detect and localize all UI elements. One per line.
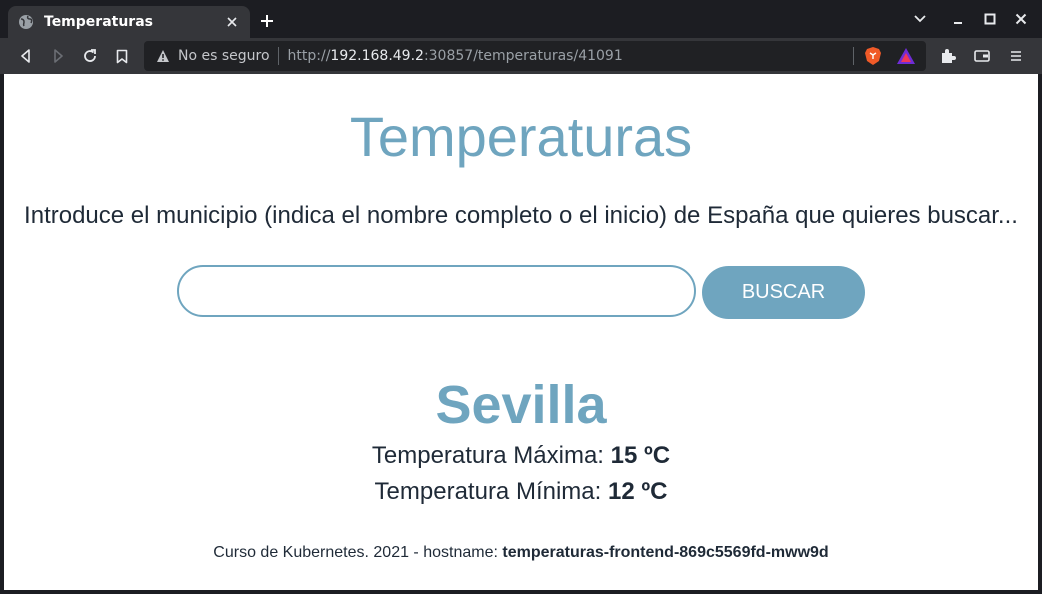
maximize-icon[interactable] — [981, 10, 999, 28]
forward-icon[interactable] — [49, 47, 67, 65]
min-temperature-value: 12 ºC — [607, 478, 668, 505]
wallet-icon[interactable] — [973, 47, 991, 65]
footer-hostname: temperaturas-frontend-869c5569fd-mww9d — [502, 544, 829, 561]
back-icon[interactable] — [17, 47, 35, 65]
extensions-icon[interactable] — [939, 47, 957, 65]
url-host: 192.168.49.2 — [330, 48, 424, 64]
max-temperature: Temperatura Máxima: 15 ºC — [4, 442, 1038, 470]
max-temperature-value: 15 ºC — [610, 442, 671, 469]
url-path: :30857/temperaturas/41091 — [423, 48, 623, 64]
city-name: Sevilla — [435, 375, 607, 435]
warning-icon[interactable] — [156, 49, 170, 63]
close-window-icon[interactable] — [1012, 10, 1030, 28]
omnibox-actions-divider — [853, 47, 854, 65]
footer-text: Curso de Kubernetes. 2021 - hostname: — [213, 544, 498, 561]
browser-toolbar: No es seguro http://192.168.49.2:30857/t… — [0, 38, 1042, 74]
max-temperature-label: Temperatura Máxima: — [371, 442, 604, 469]
tab-title: Temperaturas — [44, 14, 153, 30]
search-input[interactable] — [177, 265, 696, 317]
security-status[interactable]: No es seguro — [178, 48, 270, 64]
omnibox-actions — [853, 41, 926, 71]
chevron-down-icon[interactable] — [911, 10, 929, 28]
bookmark-icon[interactable] — [113, 47, 131, 65]
page-viewport: Temperaturas Introduce el municipio (ind… — [4, 74, 1038, 590]
brave-shields-icon[interactable] — [864, 46, 882, 66]
min-temperature-label: Temperatura Mínima: — [374, 478, 602, 505]
url-scheme: http:// — [287, 48, 331, 64]
globe-icon — [19, 15, 33, 29]
url-text[interactable]: http://192.168.49.2:30857/temperaturas/4… — [288, 48, 623, 64]
menu-icon[interactable] — [1007, 47, 1025, 65]
min-temperature: Temperatura Mínima: 12 ºC — [4, 478, 1038, 506]
address-bar[interactable]: No es seguro http://192.168.49.2:30857/t… — [144, 41, 926, 71]
footer: Curso de Kubernetes. 2021 - hostname: te… — [4, 544, 1038, 562]
plus-icon[interactable] — [258, 12, 276, 30]
tab-strip: Temperaturas — [0, 0, 1042, 38]
page-title: Temperaturas — [349, 105, 693, 168]
close-icon[interactable] — [224, 14, 240, 30]
minimize-icon[interactable] — [949, 10, 967, 28]
active-tab[interactable]: Temperaturas — [8, 6, 250, 38]
reload-icon[interactable] — [81, 47, 99, 65]
search-instructions: Introduce el municipio (indica el nombre… — [24, 202, 1018, 229]
brave-rewards-icon[interactable] — [896, 47, 916, 65]
omnibox-divider — [277, 47, 279, 65]
search-button[interactable]: BUSCAR — [702, 266, 865, 319]
